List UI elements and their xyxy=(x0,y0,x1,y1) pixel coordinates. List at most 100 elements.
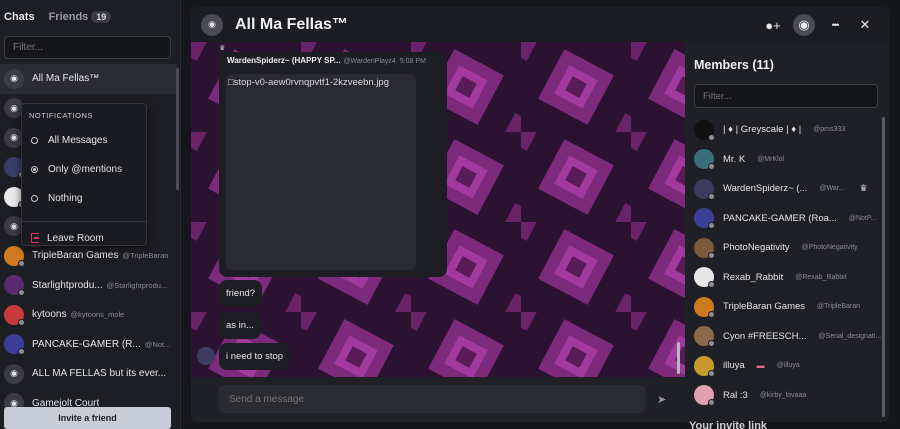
member-name: Ral :3 xyxy=(723,389,748,401)
chat-handle: @Starlightprodu... xyxy=(106,280,168,290)
message-time: 5:08 PM xyxy=(399,58,426,65)
member-item[interactable]: Cyon #FREESCH... @Serial_designati... xyxy=(685,322,881,352)
avatar xyxy=(694,267,715,289)
chat-name: PANCAKE-GAMER (R... @Not... xyxy=(32,339,170,350)
send-icon[interactable]: ➤ xyxy=(657,393,669,406)
member-name: Rexab_Rabbit xyxy=(723,271,784,283)
image-alt-text: stop-v0-aew0rvnqpvtf1-2kzveebn.jpg xyxy=(233,77,390,88)
group-avatar: ◉ xyxy=(4,363,24,384)
member-handle: @Serial_designati... xyxy=(818,332,882,340)
message-bubble[interactable]: as in... xyxy=(219,312,261,339)
member-item[interactable]: illuya ▬ @illuya xyxy=(685,351,881,381)
message-handle: @WardenPlayz4 xyxy=(343,58,396,65)
members-list: | ♦ | Greyscale | ♦ | @pms333 Mr. K @MrKlo… xyxy=(685,115,881,410)
add-member-icon[interactable]: ●+ xyxy=(763,15,783,35)
member-item[interactable]: Ral :3 @kirby_lovaaa xyxy=(685,381,881,411)
sidebar-tabs: Chats Friends 19 xyxy=(0,0,180,34)
radio-icon xyxy=(31,195,38,202)
status-dot xyxy=(18,348,25,356)
member-item[interactable]: PhotoNegativity @PhotoNegativity xyxy=(685,233,881,263)
members-filter-input[interactable] xyxy=(694,84,878,108)
status-dot xyxy=(708,399,715,407)
chat-title: TripleBaran Games xyxy=(32,250,119,262)
member-item[interactable]: | ♦ | Greyscale | ♦ | @pms333 xyxy=(685,115,881,145)
member-handle: @pms333 xyxy=(813,126,846,134)
notif-option-nothing[interactable]: Nothing xyxy=(22,184,146,213)
chat-item-kytoons[interactable]: kytoons @kytoons_mole xyxy=(0,300,177,330)
status-dot xyxy=(708,133,715,141)
member-handle: @War... xyxy=(819,185,845,193)
group-avatar: ◉ xyxy=(4,68,24,89)
status-dot xyxy=(708,163,715,171)
sidebar-scrollbar[interactable] xyxy=(176,68,179,190)
member-item[interactable]: TripleBaran Games @TripleBaran xyxy=(685,292,881,322)
avatar xyxy=(4,304,25,326)
member-handle: @PhotoNegativity xyxy=(801,244,858,252)
message-card[interactable]: WardenSpiderz~ (HAPPY SP... @WardenPlayz4… xyxy=(219,52,447,277)
chat-title: PANCAKE-GAMER (R... xyxy=(32,338,141,350)
tab-friends-label: Friends xyxy=(48,11,89,23)
member-name: | ♦ | Greyscale | ♦ | xyxy=(723,124,802,136)
member-name: illuya xyxy=(723,360,745,372)
avatar xyxy=(694,149,715,171)
status-dot xyxy=(708,222,715,230)
members-scrollbar[interactable] xyxy=(882,117,885,417)
status-dot xyxy=(708,310,715,318)
avatar xyxy=(694,208,715,230)
option-label: All Messages xyxy=(48,135,108,146)
notif-option-all[interactable]: All Messages xyxy=(22,126,146,155)
member-handle: @TripleBaran xyxy=(817,303,861,311)
message-input[interactable] xyxy=(219,385,645,413)
chat-item-starlight[interactable]: Starlightprodu... @Starlightprodu... xyxy=(0,271,177,301)
message-author[interactable]: WardenSpiderz~ (HAPPY SP... xyxy=(227,56,340,65)
more-options-icon[interactable]: ••• xyxy=(825,15,845,35)
divider xyxy=(22,221,146,222)
member-handle: @Rexab_Rabbit xyxy=(795,273,847,281)
member-item[interactable]: WardenSpiderz~ (... @War... ♛ xyxy=(685,174,881,204)
message-bubble[interactable]: friend? xyxy=(219,280,263,307)
room-settings-icon[interactable]: ◉ xyxy=(793,14,815,36)
tab-friends[interactable]: Friends 19 xyxy=(49,11,112,23)
notif-option-mentions[interactable]: Only @mentions xyxy=(22,155,146,184)
member-name: TripleBaran Games xyxy=(723,301,806,313)
avatar xyxy=(694,119,715,141)
members-title: Members (11) xyxy=(694,58,774,72)
chat-filter-input[interactable] xyxy=(4,36,171,59)
broken-image[interactable]: □stop-v0-aew0rvnqpvtf1-2kzveebn.jpg xyxy=(226,74,416,270)
status-dot xyxy=(18,318,25,326)
chat-scrollbar[interactable] xyxy=(677,342,680,374)
close-icon[interactable]: ✕ xyxy=(855,15,875,35)
member-item[interactable]: Rexab_Rabbit @Rexab_Rabbit xyxy=(685,263,881,293)
notifications-title: NOTIFICATIONS xyxy=(29,111,93,120)
avatar xyxy=(694,178,715,200)
avatar[interactable] xyxy=(197,347,215,365)
chat-title: kytoons xyxy=(32,309,67,321)
member-item[interactable]: Mr. K @MrKlol xyxy=(685,145,881,175)
leave-room-button[interactable]: Leave Room xyxy=(22,228,146,248)
tab-chats[interactable]: Chats xyxy=(4,11,35,23)
chat-name: ALL MA FELLAS but its ever... xyxy=(32,368,167,380)
message-bubble[interactable]: i need to stop xyxy=(219,343,291,370)
invite-friend-button[interactable]: Invite a friend xyxy=(4,407,171,429)
chat-name: kytoons @kytoons_mole xyxy=(32,309,124,320)
option-label: Nothing xyxy=(48,193,83,204)
avatar xyxy=(694,296,715,318)
status-dot xyxy=(708,340,715,348)
chat-item-all-ma-fellas[interactable]: ◉ All Ma Fellas™ xyxy=(0,64,177,94)
chat-handle: @TripleBaran xyxy=(122,251,169,261)
chat-item-all-ma-fellas-ever[interactable]: ◉ ALL MA FELLAS but its ever... xyxy=(0,359,177,389)
avatar xyxy=(4,245,25,267)
chat-title: Starlightprodu... xyxy=(32,279,103,291)
avatar xyxy=(694,355,715,377)
crown-icon: ♛ xyxy=(859,183,868,194)
member-name: PANCAKE-GAMER (Roa... xyxy=(723,212,837,224)
leave-icon xyxy=(31,233,39,243)
message-area[interactable]: ♛ WardenSpiderz~ (HAPPY SP... @WardenPlay… xyxy=(191,42,685,377)
member-handle: @NotP... xyxy=(848,214,877,222)
status-dot xyxy=(708,369,715,377)
leave-label: Leave Room xyxy=(47,232,104,244)
chat-item-pancake[interactable]: PANCAKE-GAMER (R... @Not... xyxy=(0,330,177,360)
status-dot xyxy=(18,289,25,297)
member-item[interactable]: PANCAKE-GAMER (Roa... @NotP... xyxy=(685,204,881,234)
member-name: PhotoNegativity xyxy=(723,242,790,254)
